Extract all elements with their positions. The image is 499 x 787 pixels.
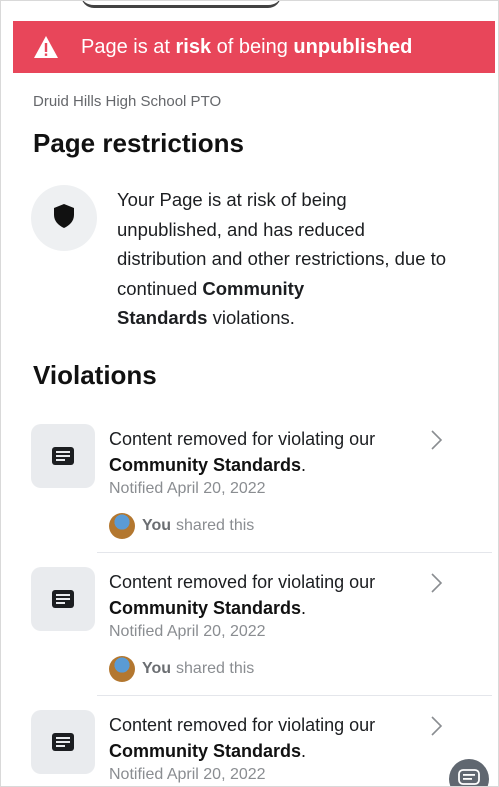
violation-date: Notified April 20, 2022 — [109, 480, 266, 497]
screen: Page is at risk of being unpublished Dru… — [0, 0, 499, 787]
banner-text-pre: Page is at — [81, 35, 176, 58]
chevron-right-icon — [429, 572, 445, 594]
violation-date: Notified April 20, 2022 — [109, 766, 266, 783]
banner-text-unpublished: unpublished — [293, 35, 413, 58]
violation-shared: You shared this — [109, 513, 254, 539]
banner-text-mid: of being — [211, 35, 294, 58]
cutoff-header-fragment — [81, 1, 281, 8]
violation-line2: Community Standards. — [109, 455, 306, 476]
avatar — [109, 513, 135, 539]
violation-community-standards: Community Standards — [109, 455, 302, 475]
violation-line1: Content removed for violating our — [109, 429, 376, 449]
chevron-right-icon — [429, 429, 445, 451]
warning-triangle-icon — [33, 34, 59, 60]
banner-text: Page is at risk of being unpublished — [81, 36, 412, 59]
restrictions-bold-community: Community — [202, 277, 305, 299]
violation-line2: Community Standards. — [109, 741, 306, 762]
page-restrictions-title: Page restrictions — [33, 128, 244, 158]
violation-period: . — [301, 455, 307, 475]
shield-icon — [53, 203, 75, 234]
restrictions-description: Your Page is at risk of being unpublishe… — [117, 185, 447, 333]
violation-line2: Community Standards. — [109, 598, 306, 619]
shared-text: shared this — [176, 660, 255, 677]
divider — [97, 695, 492, 696]
violation-period: . — [301, 741, 307, 761]
avatar — [109, 656, 135, 682]
risk-banner[interactable]: Page is at risk of being unpublished — [13, 21, 495, 73]
banner-text-risk: risk — [175, 35, 212, 58]
violation-community-standards: Community Standards — [109, 741, 302, 761]
feedback-icon[interactable] — [449, 759, 489, 786]
divider — [97, 552, 492, 553]
violation-date: Notified April 20, 2022 — [109, 623, 266, 640]
shared-you: You — [142, 517, 172, 534]
shared-you: You — [142, 660, 172, 677]
chevron-right-icon — [429, 715, 445, 737]
violation-period: . — [301, 598, 307, 618]
document-icon — [31, 710, 95, 774]
page-name: Druid Hills High School PTO — [33, 93, 222, 110]
restrictions-text-end: violations. — [207, 307, 295, 328]
violations-title: Violations — [33, 360, 157, 390]
violation-shared: You shared this — [109, 656, 254, 682]
shared-text: shared this — [176, 517, 255, 534]
restrictions-bold-standards: Standards — [117, 307, 208, 328]
document-icon — [31, 567, 95, 631]
violation-line1: Content removed for violating our — [109, 715, 376, 735]
top-cutoff — [1, 1, 498, 21]
shield-icon-badge — [31, 185, 97, 251]
document-icon — [31, 424, 95, 488]
violation-community-standards: Community Standards — [109, 598, 302, 618]
violation-line1: Content removed for violating our — [109, 572, 376, 592]
